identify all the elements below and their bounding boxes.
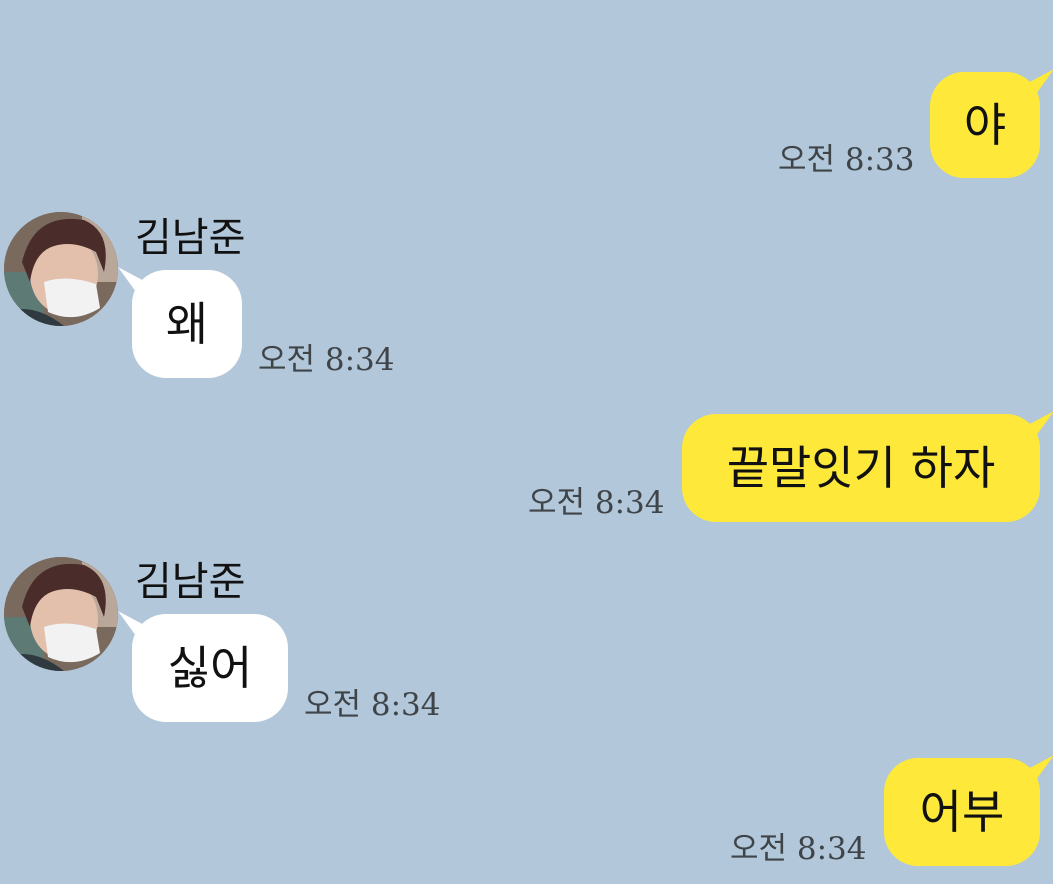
message-time: 오전 8:34 [730,831,867,867]
message-time: 오전 8:34 [304,687,441,723]
message-text: 끝말잇기 하자 [726,441,996,495]
chat-area: 오전 8:33 야 김남준 왜 오전 8:34 오전 8:34 끝말잇기 하자 … [0,0,1053,884]
message-bubble[interactable]: 야 [930,72,1040,178]
message-time: 오전 8:33 [778,142,915,178]
message-bubble[interactable]: 왜 [132,270,242,378]
message-bubble[interactable]: 끝말잇기 하자 [682,414,1040,522]
message-text: 야 [963,98,1007,152]
sender-name: 김남준 [135,215,246,261]
avatar[interactable] [4,212,118,326]
message-text: 싫어 [167,641,253,695]
message-time: 오전 8:34 [528,485,665,521]
sender-name: 김남준 [135,559,246,605]
message-bubble[interactable]: 싫어 [132,614,288,722]
message-text: 왜 [165,297,209,351]
message-bubble[interactable]: 어부 [884,758,1040,866]
avatar[interactable] [4,557,118,671]
message-time: 오전 8:34 [258,342,395,378]
message-text: 어부 [919,785,1005,839]
